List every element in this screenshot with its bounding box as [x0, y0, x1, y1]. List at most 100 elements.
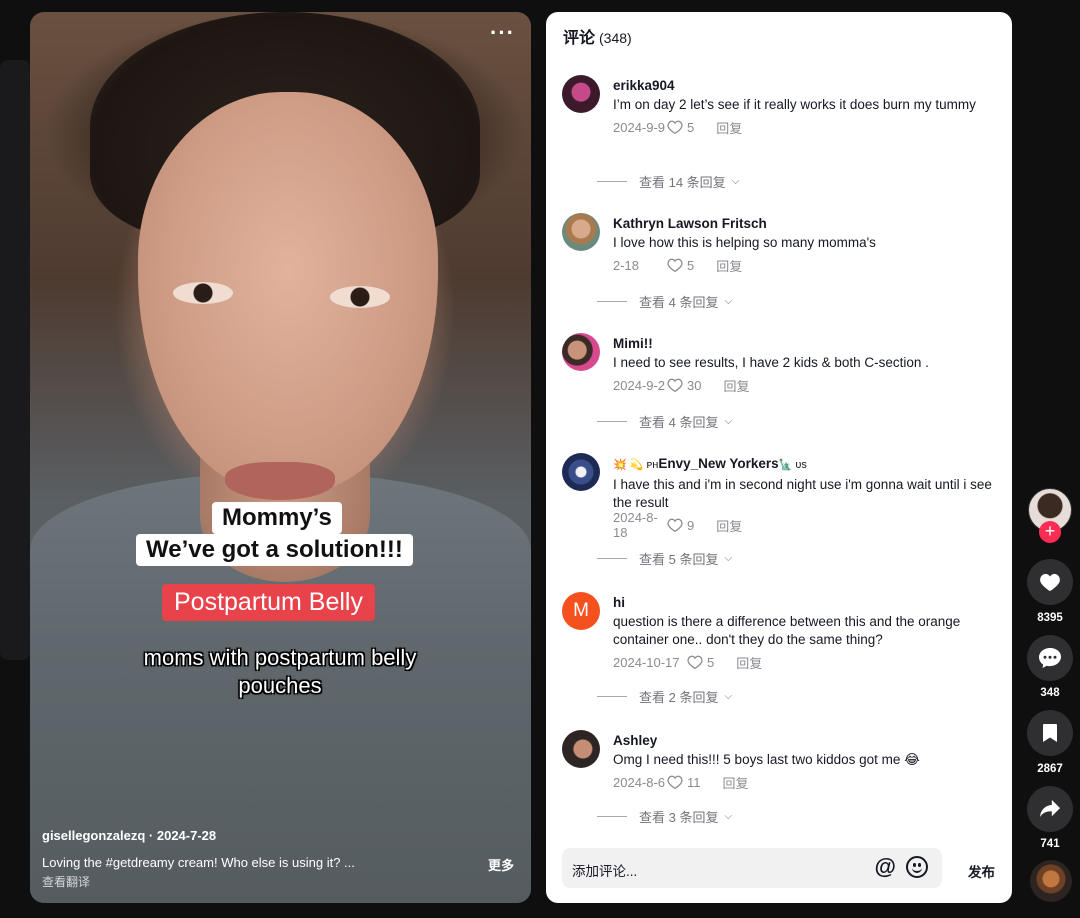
- comments-button[interactable]: [1027, 635, 1073, 681]
- comment-date: 2024-9-9: [613, 119, 666, 135]
- avatar[interactable]: [562, 75, 600, 113]
- comment-username[interactable]: Kathryn Lawson Fritsch: [613, 215, 993, 232]
- view-replies-button[interactable]: 查看 4 条回复 ⌵: [597, 292, 732, 311]
- video-frame-eye: [330, 286, 390, 308]
- caption-subtitle-line-1: moms with postpartum belly: [143, 645, 417, 670]
- save-button[interactable]: [1027, 710, 1073, 756]
- view-replies-button[interactable]: 查看 2 条回复 ⌵: [597, 687, 732, 706]
- comment-username[interactable]: Mimi!!: [613, 335, 993, 352]
- heart-icon: [667, 378, 683, 392]
- comment-date: 2024-8-6: [613, 774, 666, 790]
- comment-username[interactable]: erikka904: [613, 77, 993, 94]
- comment-username[interactable]: Ashley: [613, 732, 993, 749]
- comment-date: 2024-8-18: [613, 510, 658, 540]
- view-replies-button[interactable]: 查看 5 条回复 ⌵: [597, 549, 732, 568]
- reply-button[interactable]: 回复: [723, 376, 749, 395]
- comment-text: Omg I need this!!! 5 boys last two kiddo…: [613, 752, 920, 767]
- comment-count: 348: [1040, 687, 1060, 699]
- like-count: 5: [687, 257, 695, 273]
- like-button[interactable]: 5: [687, 655, 714, 670]
- video-player[interactable]: ··· Mommy’s We’ve got a solution!!! Post…: [30, 12, 531, 903]
- like-button[interactable]: 5: [667, 120, 694, 135]
- comments-title: 评论: [563, 30, 596, 47]
- like-button[interactable]: 5: [667, 258, 694, 273]
- more-link[interactable]: 更多: [488, 855, 514, 874]
- divider: [597, 301, 627, 302]
- avatar[interactable]: [562, 213, 600, 251]
- share-button[interactable]: [1027, 786, 1073, 832]
- view-replies-label: 查看 5 条回复: [639, 552, 719, 567]
- comment-username[interactable]: 💥 💫 ᴘʜEnvy_New Yorkers🗽 ᴜs: [613, 455, 993, 474]
- chevron-down-icon: ⌵: [724, 296, 733, 307]
- caption-line-1: Mommy’s: [212, 502, 342, 534]
- username-prefix: 💥 💫 ᴘʜ: [613, 459, 659, 471]
- chevron-down-icon: ⌵: [724, 691, 733, 702]
- username-suffix: 🗽 ᴜs: [778, 459, 807, 471]
- comment-date: 2024-10-17: [613, 654, 680, 670]
- more-options-icon[interactable]: ···: [490, 22, 515, 44]
- share-count: 741: [1040, 838, 1060, 850]
- chevron-down-icon: ⌵: [724, 811, 733, 822]
- divider: [597, 181, 627, 182]
- background-panel: [0, 60, 30, 660]
- comment-username[interactable]: hi: [613, 594, 993, 611]
- view-replies-button[interactable]: 查看 3 条回复 ⌵: [597, 807, 732, 826]
- heart-icon: [1040, 573, 1060, 592]
- heart-icon: [667, 120, 683, 134]
- bookmark-icon: [1043, 724, 1057, 742]
- like-button[interactable]: 11: [667, 775, 701, 790]
- reply-button[interactable]: 回复: [723, 773, 749, 792]
- caption-highlight: Postpartum Belly: [162, 584, 375, 621]
- avatar[interactable]: M: [562, 592, 600, 630]
- avatar[interactable]: [562, 453, 600, 491]
- chevron-down-icon: ⌵: [724, 416, 733, 427]
- comment-date: 2024-9-2: [613, 377, 666, 393]
- comments-panel: 评论 (348) erikka904 I’m on day 2 let’s see…: [546, 12, 1012, 903]
- follow-button[interactable]: +: [1039, 521, 1061, 543]
- reply-button[interactable]: 回复: [736, 653, 762, 672]
- like-button[interactable]: 30: [667, 378, 701, 393]
- username-main: Envy_New Yorkers: [658, 456, 779, 471]
- reply-button[interactable]: 回复: [716, 256, 742, 275]
- comment-text: I love how this is helping so many momma…: [613, 235, 876, 250]
- divider: [597, 696, 627, 697]
- divider: [597, 816, 627, 817]
- reply-button[interactable]: 回复: [716, 118, 742, 137]
- emoji-icon[interactable]: [906, 856, 928, 878]
- view-replies-button[interactable]: 查看 4 条回复 ⌵: [597, 412, 732, 431]
- divider: [597, 421, 627, 422]
- comment-text: question is there a difference between t…: [613, 614, 961, 647]
- like-count: 5: [687, 119, 695, 135]
- divider: [597, 558, 627, 559]
- caption-subtitle: moms with postpartum belly pouches: [90, 644, 470, 700]
- caption-line-2: We’ve got a solution!!!: [136, 534, 413, 566]
- post-button[interactable]: 发布: [968, 861, 995, 881]
- mention-icon[interactable]: @: [875, 854, 896, 880]
- chevron-down-icon: ⌵: [731, 176, 740, 187]
- heart-icon: [667, 518, 683, 532]
- comments-header: 评论 (348): [563, 24, 632, 48]
- like-count: 30: [687, 377, 702, 393]
- video-frame-eye: [173, 282, 233, 304]
- comment-input-placeholder: 添加评论...: [572, 864, 638, 879]
- caption-subtitle-line-2: pouches: [238, 673, 322, 698]
- like-button[interactable]: 9: [667, 518, 694, 533]
- view-replies-label: 查看 4 条回复: [639, 415, 719, 430]
- music-disc-icon[interactable]: [1030, 860, 1072, 902]
- avatar[interactable]: [562, 730, 600, 768]
- view-replies-label: 查看 4 条回复: [639, 295, 719, 310]
- comment-input[interactable]: 添加评论... @: [562, 848, 942, 888]
- save-count: 2867: [1037, 763, 1063, 775]
- share-icon: [1040, 799, 1060, 818]
- comments-count: (348): [599, 30, 632, 46]
- view-replies-label: 查看 14 条回复: [639, 175, 726, 190]
- like-count: 5: [707, 654, 715, 670]
- video-author-date[interactable]: gisellegonzalezq · 2024-7-28: [42, 828, 216, 843]
- view-replies-label: 查看 3 条回复: [639, 810, 719, 825]
- translate-link[interactable]: 查看翻译: [42, 873, 90, 890]
- view-replies-button[interactable]: 查看 14 条回复 ⌵: [597, 172, 739, 191]
- like-video-button[interactable]: [1027, 559, 1073, 605]
- reply-button[interactable]: 回复: [716, 516, 742, 535]
- avatar[interactable]: [562, 333, 600, 371]
- comment-text: I’m on day 2 let’s see if it really work…: [613, 97, 976, 112]
